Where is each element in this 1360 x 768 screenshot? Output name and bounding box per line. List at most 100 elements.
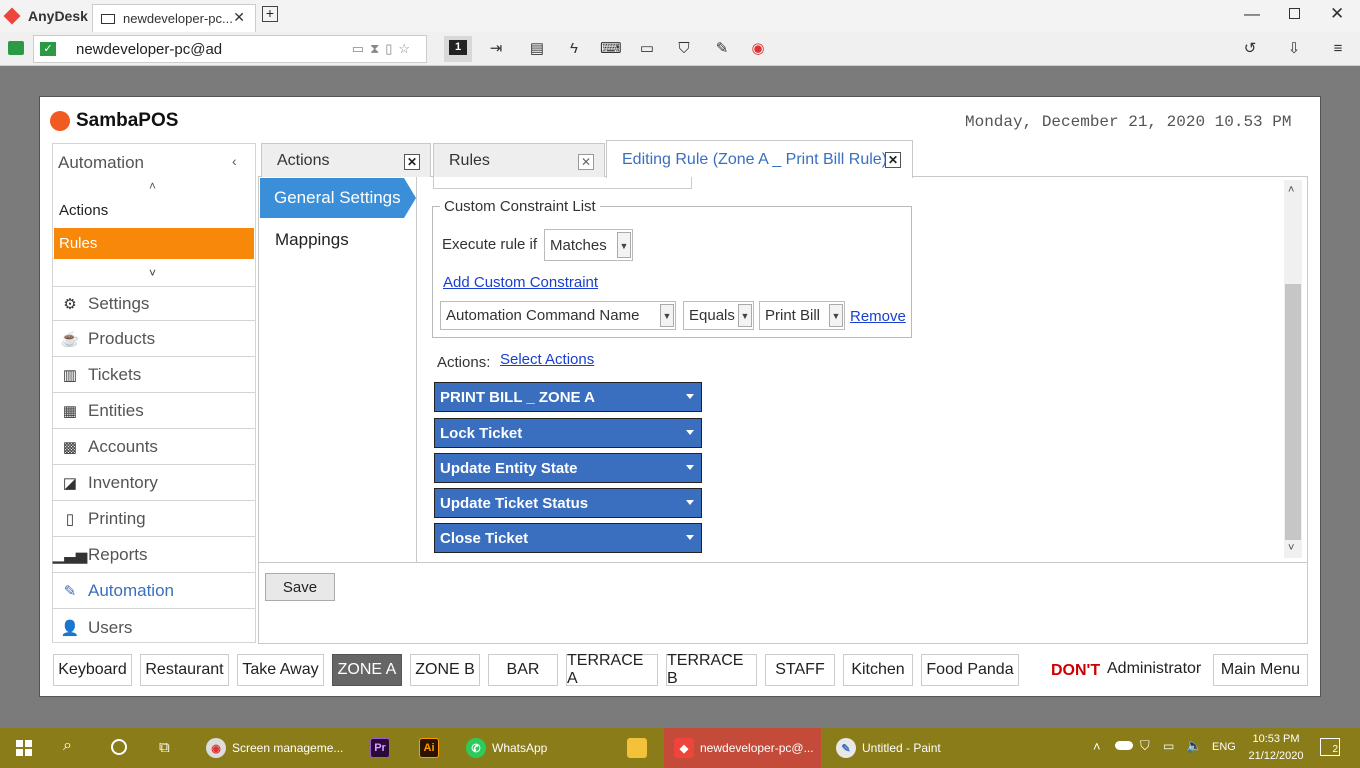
zone-button-keyboard[interactable]: Keyboard (53, 654, 132, 686)
actions-icon[interactable]: ϟ (564, 40, 584, 58)
action-item[interactable]: Lock Ticket (434, 418, 702, 448)
execute-rule-select[interactable]: Matches ▼ (544, 229, 633, 261)
taskbar-item-anydesk[interactable]: ◆ newdeveloper-pc@... (664, 728, 821, 768)
taskbar-item-illustrator[interactable]: Ai (419, 728, 445, 768)
task-view-icon[interactable]: ⧉ (159, 739, 170, 756)
keyboard-icon[interactable]: ⌨ (600, 40, 622, 58)
close-icon[interactable]: ✕ (578, 154, 594, 170)
record-icon[interactable]: ◉ (748, 40, 768, 58)
taskbar-item-paint[interactable]: ✎ Untitled - Paint (836, 728, 941, 768)
download-icon[interactable]: ⇩ (1284, 40, 1304, 58)
history-icon[interactable]: ↺ (1240, 40, 1260, 58)
nav-item-entities[interactable]: ▦ Entities (53, 394, 255, 429)
nav-item-settings[interactable]: ⚙ Settings (53, 286, 255, 321)
constraint-operator-select[interactable]: Equals ▼ (683, 301, 754, 330)
caret-down-icon[interactable] (686, 430, 694, 435)
window-close-icon[interactable]: ✕ (1330, 4, 1344, 24)
nav-item-inventory[interactable]: ◪ Inventory (53, 466, 255, 501)
onedrive-icon[interactable] (1115, 741, 1133, 750)
constraint-field-select[interactable]: Automation Command Name ▼ (440, 301, 676, 330)
action-item[interactable]: Close Ticket (434, 523, 702, 553)
collapse-chevron-icon[interactable]: ‹ (232, 153, 237, 169)
tab-editing-rule[interactable]: Editing Rule (Zone A _ Print Bill Rule) ✕ (606, 140, 913, 178)
chat-icon[interactable]: ▤ (527, 40, 547, 58)
constraint-value-select[interactable]: Print Bill ▼ (759, 301, 845, 330)
zone-button-restaurant[interactable]: Restaurant (140, 654, 229, 686)
nav-item-printing[interactable]: ▯ Printing (53, 502, 255, 537)
scroll-up-chevron-icon[interactable]: ˄ (149, 179, 156, 193)
close-icon[interactable]: ✕ (233, 9, 245, 26)
nav-sub-actions[interactable]: Actions (59, 202, 108, 219)
nav-item-automation[interactable]: ✎ Automation (53, 574, 255, 609)
zone-button-take-away[interactable]: Take Away (237, 654, 324, 686)
new-tab-icon[interactable]: + (262, 6, 278, 22)
volume-icon[interactable]: 🔈 (1186, 738, 1202, 754)
action-item[interactable]: PRINT BILL _ ZONE A (434, 382, 702, 412)
zone-button-kitchen[interactable]: Kitchen (843, 654, 913, 686)
user-label: Administrator (1107, 660, 1202, 677)
nav-item-reports[interactable]: ▁▃▅ Reports (53, 538, 255, 573)
zone-button-bar[interactable]: BAR (488, 654, 558, 686)
taskbar-item-explorer[interactable] (627, 728, 653, 768)
mappings-item[interactable]: Mappings (275, 230, 349, 250)
clock-date[interactable]: 21/12/2020 (1246, 750, 1306, 762)
select-actions-link[interactable]: Select Actions (500, 351, 594, 368)
caret-down-icon[interactable] (686, 394, 694, 399)
scrollbar-thumb[interactable] (1285, 284, 1301, 540)
clock-time[interactable]: 10:53 PM (1251, 733, 1301, 745)
monitor-selector[interactable]: 1 (444, 36, 472, 62)
nav-sub-rules[interactable]: Rules (54, 228, 254, 259)
main-menu-button[interactable]: Main Menu (1213, 654, 1308, 686)
tab-rules[interactable]: Rules ✕ (433, 143, 605, 177)
zone-button-zone-b[interactable]: ZONE B (410, 654, 480, 686)
close-icon[interactable]: ✕ (885, 152, 901, 168)
general-settings-item[interactable]: General Settings (260, 178, 404, 218)
anydesk-logo[interactable]: AnyDesk (3, 7, 88, 25)
add-custom-constraint-link[interactable]: Add Custom Constraint (443, 274, 598, 291)
caret-down-icon[interactable] (686, 500, 694, 505)
tab-actions[interactable]: Actions ✕ (261, 143, 431, 177)
caret-down-icon[interactable] (686, 535, 694, 540)
anydesk-session-tab[interactable]: newdeveloper-pc... ✕ (92, 4, 256, 32)
close-icon[interactable]: ✕ (404, 154, 420, 170)
cortana-icon[interactable] (111, 739, 127, 755)
tray-chevron-icon[interactable]: ˄ (1093, 739, 1101, 754)
vertical-scrollbar[interactable]: ˄ ˅ (1284, 180, 1302, 558)
remove-constraint-link[interactable]: Remove (850, 308, 906, 325)
scroll-down-chevron-icon[interactable]: ˅ (149, 266, 156, 280)
save-button[interactable]: Save (265, 573, 335, 601)
defender-icon[interactable]: ⛉ (1140, 738, 1150, 754)
windows-start-icon[interactable] (16, 740, 32, 756)
search-icon[interactable]: ⌕ (63, 737, 72, 755)
nav-item-tickets[interactable]: ▥ Tickets (53, 358, 255, 393)
caret-down-icon[interactable] (686, 465, 694, 470)
nav-item-users[interactable]: 👤 Users (53, 610, 255, 645)
minimize-icon[interactable]: — (1244, 6, 1260, 24)
zone-button-food-panda[interactable]: Food Panda (921, 654, 1019, 686)
taskbar-item-premiere[interactable]: Pr (370, 728, 396, 768)
taskbar-item-chrome[interactable]: ◉ Screen manageme... (206, 728, 343, 768)
zone-button-zone-a[interactable]: ZONE A (332, 654, 402, 686)
action-item[interactable]: Update Ticket Status (434, 488, 702, 518)
zone-button-terrace-b[interactable]: TERRACE B (666, 652, 757, 687)
zone-label: ZONE A (337, 661, 397, 678)
action-item[interactable]: Update Entity State (434, 453, 702, 483)
scroll-down-arrow-icon[interactable]: ˅ (1288, 542, 1294, 554)
taskbar-item-whatsapp[interactable]: ✆ WhatsApp (466, 728, 547, 768)
network-icon[interactable]: ▭ (1163, 739, 1174, 753)
language-indicator[interactable]: ENG (1212, 741, 1236, 753)
permissions-icon[interactable]: ⛉ (674, 40, 694, 58)
zone-button-terrace-a[interactable]: TERRACE A (566, 652, 658, 687)
zone-button-staff[interactable]: STAFF (765, 654, 835, 686)
address-bar[interactable]: ✓ newdeveloper-pc@ad ▭⧗▯☆ (33, 35, 427, 63)
actions-label: Actions: (437, 354, 491, 371)
notifications-icon[interactable]: 2 (1320, 738, 1340, 756)
menu-icon[interactable]: ≡ (1328, 40, 1348, 58)
whiteboard-icon[interactable]: ✎ (712, 40, 732, 58)
transfer-icon[interactable]: ⇥ (486, 40, 506, 58)
scroll-up-arrow-icon[interactable]: ˄ (1288, 184, 1294, 196)
nav-item-products[interactable]: ☕ Products (53, 322, 255, 357)
nav-item-accounts[interactable]: ▩ Accounts (53, 430, 255, 465)
display-icon[interactable]: ▭ (637, 40, 657, 58)
restore-icon[interactable] (1289, 8, 1300, 19)
